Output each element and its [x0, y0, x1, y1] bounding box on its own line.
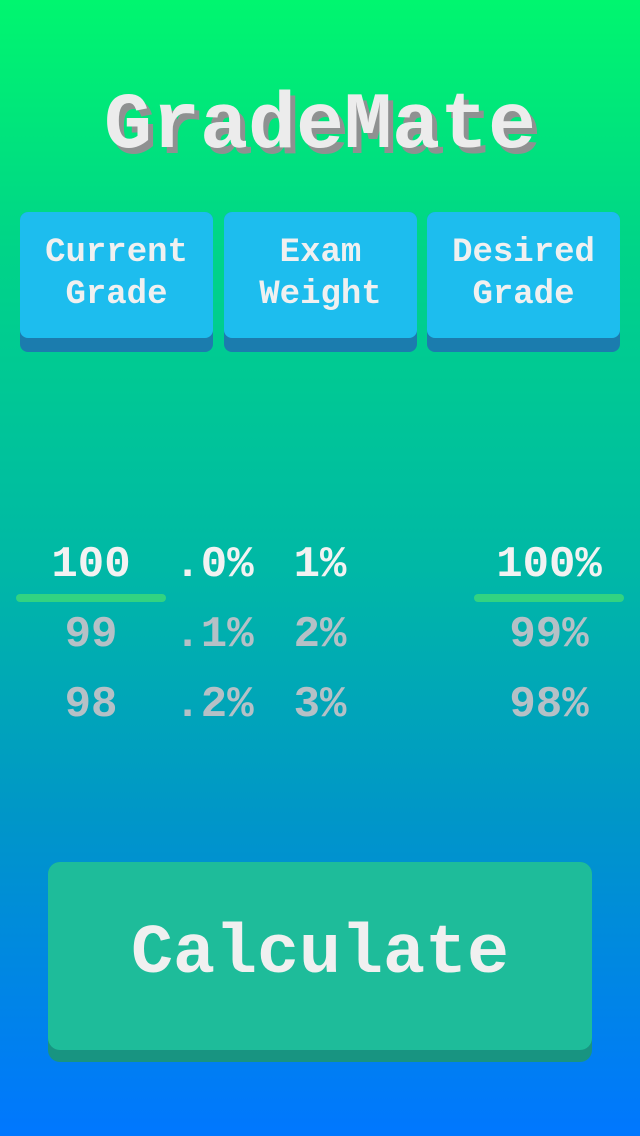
desired-grade-selection-underline [474, 594, 624, 602]
current-grade-option[interactable]: 99 [16, 600, 166, 670]
current-grade-picker[interactable]: 100 99 98 [16, 530, 166, 740]
tab-desired-grade[interactable]: Desired Grade [427, 212, 620, 352]
desired-grade-option-selected[interactable]: 100% [474, 530, 624, 600]
tab-exam-weight-face[interactable]: Exam Weight [224, 212, 417, 338]
app-title: GradeMate [103, 81, 537, 172]
desired-grade-option[interactable]: 99% [474, 600, 624, 670]
current-grade-option[interactable]: 98 [16, 670, 166, 740]
decimal-option-selected[interactable]: .0% [164, 530, 264, 600]
decimal-option[interactable]: .1% [164, 600, 264, 670]
current-grade-option-selected[interactable]: 100 [16, 530, 166, 600]
tab-current-grade-label: Current Grade [45, 234, 188, 314]
tab-exam-weight[interactable]: Exam Weight [224, 212, 417, 352]
tab-desired-grade-face[interactable]: Desired Grade [427, 212, 620, 338]
desired-grade-option[interactable]: 98% [474, 670, 624, 740]
current-grade-selection-underline [16, 594, 166, 602]
calculate-button-label: Calculate [130, 915, 510, 994]
exam-weight-picker[interactable]: 1% 2% 3% [272, 530, 368, 740]
tab-current-grade-face[interactable]: Current Grade [20, 212, 213, 338]
exam-weight-option[interactable]: 2% [272, 600, 368, 670]
decimal-option[interactable]: .2% [164, 670, 264, 740]
tab-exam-weight-label: Exam Weight [259, 234, 382, 314]
tab-desired-grade-label: Desired Grade [452, 234, 595, 314]
tab-current-grade[interactable]: Current Grade [20, 212, 213, 352]
calculate-button[interactable]: Calculate [48, 862, 592, 1062]
exam-weight-option-selected[interactable]: 1% [272, 530, 368, 600]
exam-weight-option[interactable]: 3% [272, 670, 368, 740]
decimal-picker[interactable]: .0% .1% .2% [164, 530, 264, 740]
calculate-button-face[interactable]: Calculate [48, 862, 592, 1050]
desired-grade-picker[interactable]: 100% 99% 98% [474, 530, 624, 740]
